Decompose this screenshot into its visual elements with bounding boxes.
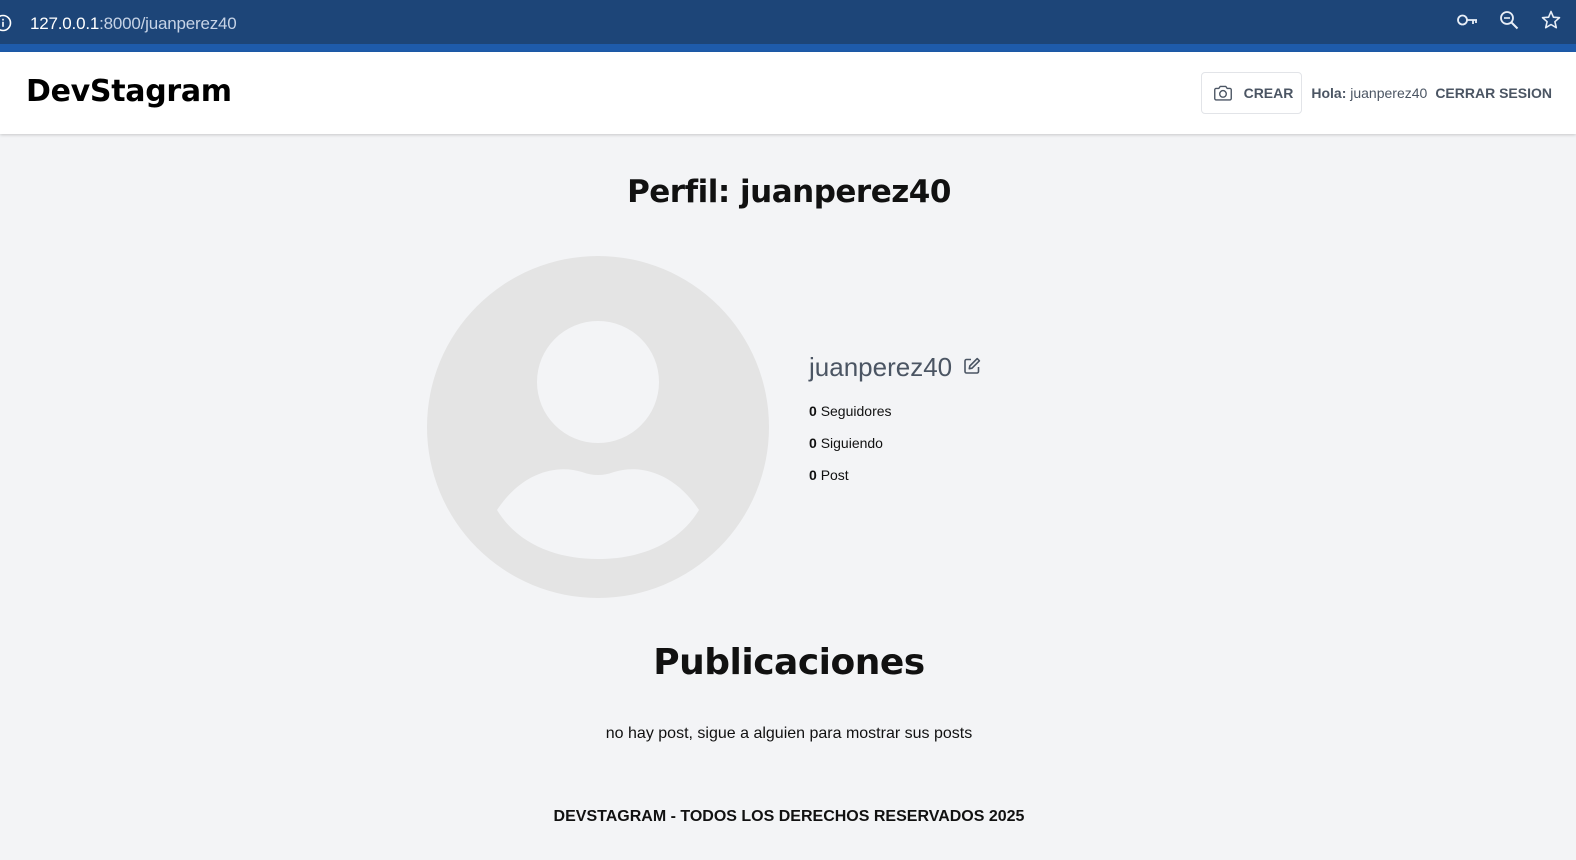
stat-label: Post <box>820 467 849 483</box>
stat-count: 0 <box>809 467 817 483</box>
profile-username: juanperez40 <box>809 352 953 382</box>
star-icon[interactable] <box>1540 9 1562 31</box>
url-host: 127.0.0.1 <box>30 14 100 33</box>
page-title: Perfil: juanperez40 <box>627 174 951 210</box>
browser-toolbar: 127.0.0.1:8000/juanperez40 <box>0 0 1576 52</box>
site-logo[interactable]: DevStagram <box>26 74 232 109</box>
browser-toolbar-edge <box>0 44 1576 52</box>
info-icon[interactable] <box>0 14 12 32</box>
logout-button[interactable]: CERRAR SESION <box>1435 85 1552 101</box>
stat-followers: 0 Seguidores <box>809 395 982 427</box>
url-path: :8000/juanperez40 <box>99 14 237 33</box>
create-button[interactable]: CREAR <box>1200 72 1303 114</box>
greeting-label: Hola: <box>1311 85 1347 101</box>
url-text[interactable]: 127.0.0.1:8000/juanperez40 <box>30 14 237 34</box>
stat-count: 0 <box>809 435 817 451</box>
stat-posts: 0 Post <box>809 459 982 491</box>
empty-posts-message: no hay post, sigue a alguien para mostra… <box>605 725 973 742</box>
edit-icon[interactable] <box>962 356 982 376</box>
greeting: Hola: juanperez40 <box>1311 85 1427 101</box>
profile-info: juanperez40 0 Seguidores 0 Siguiendo 0 P… <box>809 352 982 491</box>
avatar-placeholder <box>427 256 769 598</box>
site-header: DevStagram CREAR Hola: juanperez40 CERRA… <box>0 52 1576 134</box>
zoom-icon[interactable] <box>1498 9 1520 31</box>
address-bar[interactable]: 127.0.0.1:8000/juanperez40 <box>0 6 1576 40</box>
camera-icon <box>1213 85 1232 101</box>
greeting-user: juanperez40 <box>1350 85 1428 101</box>
username-row: juanperez40 <box>809 352 982 383</box>
header-nav: CREAR Hola: juanperez40 CERRAR SESION <box>1200 72 1552 114</box>
site-footer: DEVSTAGRAM - TODOS LOS DERECHOS RESERVAD… <box>553 808 1025 825</box>
stat-count: 0 <box>809 403 817 419</box>
stat-label: Siguiendo <box>820 435 883 451</box>
key-icon[interactable] <box>1456 9 1478 31</box>
posts-heading: Publicaciones <box>653 642 925 683</box>
stat-label: Seguidores <box>820 403 892 419</box>
profile-stats: 0 Seguidores 0 Siguiendo 0 Post <box>809 395 982 491</box>
create-button-label: CREAR <box>1243 85 1294 101</box>
browser-actions <box>1456 9 1562 31</box>
stat-following: 0 Siguiendo <box>809 427 982 459</box>
